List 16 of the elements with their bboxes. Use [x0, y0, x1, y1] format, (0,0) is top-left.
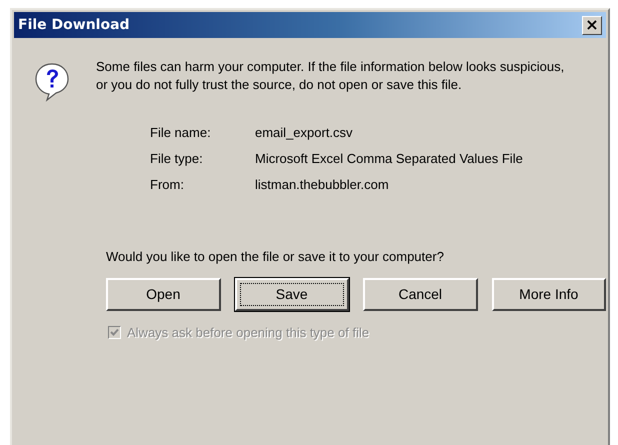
- question-icon: [34, 62, 70, 102]
- checkbox-label: Always ask before opening this type of file: [127, 325, 370, 340]
- detail-label: From:: [150, 176, 185, 193]
- warning-text: Some files can harm your computer. If the file information below looks suspicious, or you do not fully trust the source, do not open or save this file.: [96, 58, 566, 94]
- dialog-button[interactable]: Cancel: [363, 278, 478, 311]
- detail-value: listman.thebubbler.com: [255, 176, 390, 193]
- detail-value: email_export.csv: [255, 124, 354, 141]
- dialog-button[interactable]: Save: [234, 278, 349, 311]
- close-button[interactable]: ×: [582, 16, 602, 34]
- detail-label: File name:: [150, 124, 212, 141]
- window-title: File Download: [18, 17, 130, 33]
- detail-label: File type:: [150, 150, 204, 167]
- question-text: Would you like to open the file or save it to your computer?: [106, 249, 445, 264]
- dialog-button[interactable]: More Info: [492, 278, 606, 311]
- detail-value: Microsoft Excel Comma Separated Values File: [255, 150, 524, 167]
- dialog-button[interactable]: Open: [106, 278, 220, 311]
